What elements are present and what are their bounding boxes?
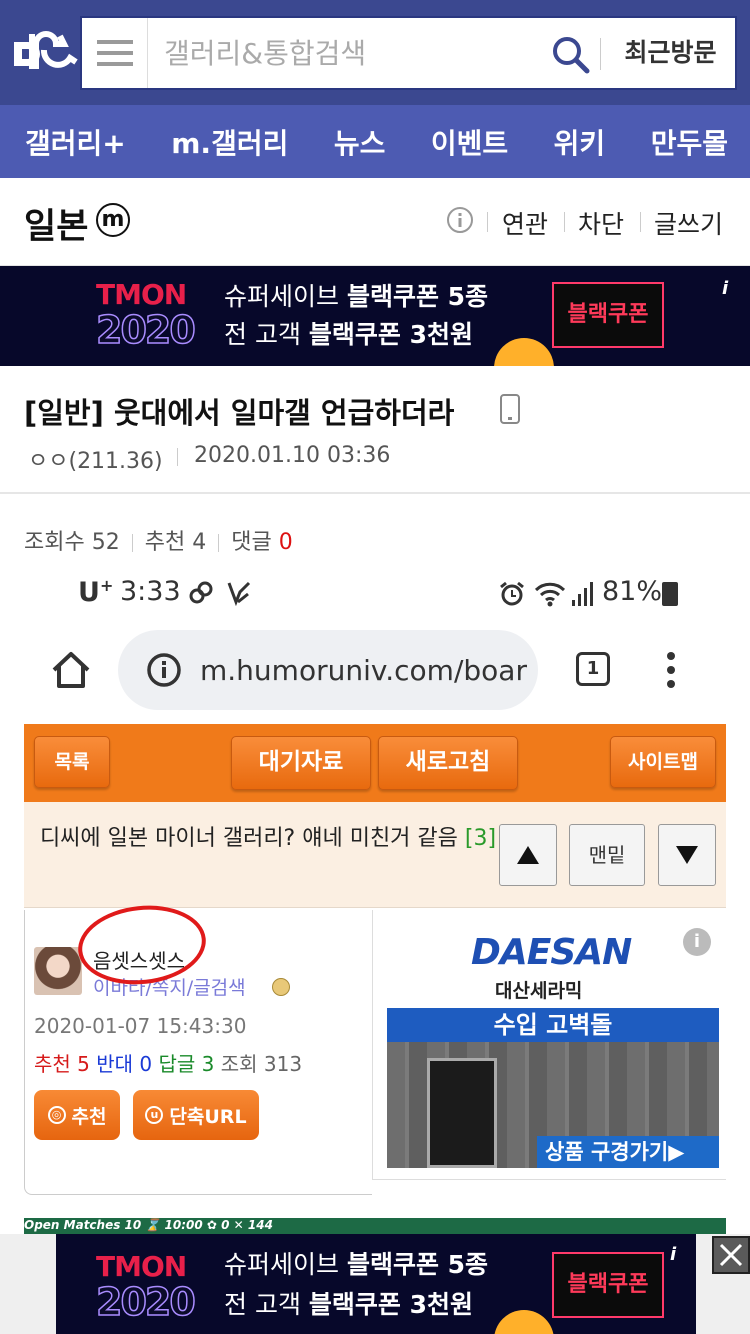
- ad-info-icon[interactable]: i: [722, 278, 728, 299]
- related-link[interactable]: 연관: [502, 205, 548, 241]
- embedded-post-time: 2020-01-07 15:43:30: [34, 1014, 247, 1038]
- nav-m-gallery[interactable]: m.갤러리: [171, 122, 288, 162]
- avatar[interactable]: [34, 947, 82, 995]
- daesan-band: 수입 고벽돌: [387, 1008, 719, 1042]
- tmon-bottom-ad[interactable]: TMON 2020 슈퍼세이브 블랙쿠폰 5종 전 고객 블랙쿠폰 3천원 블랙…: [56, 1234, 696, 1334]
- divider: [0, 492, 750, 494]
- minor-gallery-badge: m: [96, 203, 130, 237]
- vote-stats: 추천 5 반대 0 답글 3 조회 313: [34, 1052, 303, 1076]
- link-u-icon: u: [145, 1106, 164, 1124]
- pending-button[interactable]: 대기자료: [231, 736, 371, 790]
- ad-copy-line1: 슈퍼세이브 블랙쿠폰 5종: [224, 1250, 489, 1279]
- nav-event[interactable]: 이벤트: [431, 122, 508, 162]
- daesan-logo: DAESAN: [471, 932, 632, 973]
- sitemap-button[interactable]: 사이트맵: [610, 736, 716, 788]
- tmon-2020-logo: 2020: [95, 1279, 196, 1325]
- close-icon: [719, 1243, 743, 1267]
- comment-count[interactable]: 0: [279, 530, 293, 555]
- triangle-down-icon: [676, 846, 698, 864]
- black-coupon-button[interactable]: 블랙쿠폰: [552, 282, 664, 348]
- sunrise-graphic: [494, 1310, 554, 1334]
- tmon-ad-banner[interactable]: TMON 2020 슈퍼세이브 블랙쿠폰 5종 전 고객 블랙쿠폰 3천원 블랙…: [0, 266, 750, 366]
- gallery-title[interactable]: 일본: [24, 198, 88, 249]
- vpn-icon: [227, 581, 251, 606]
- nav-mandu-mall[interactable]: 만두몰: [651, 122, 728, 162]
- wifi-icon: [534, 582, 566, 607]
- recommend-count: 추천 4: [144, 530, 207, 555]
- scroll-up-button[interactable]: [499, 824, 557, 886]
- level-icon: [272, 978, 290, 996]
- daesan-ad[interactable]: DAESAN 대산세라믹 수입 고벽돌 상품 구경가기▶ i: [387, 918, 719, 1168]
- info-icon[interactable]: [446, 206, 474, 234]
- menu-button[interactable]: [82, 18, 148, 88]
- close-ad-button[interactable]: [712, 1236, 750, 1274]
- dc-logo[interactable]: [10, 28, 78, 78]
- carrier-label: U+: [78, 576, 114, 608]
- nav-gallery-plus[interactable]: 갤러리+: [25, 122, 126, 162]
- tmon-logo: TMON: [96, 278, 187, 311]
- ad-copy-line2: 전 고객 블랙쿠폰 3천원: [224, 1290, 474, 1319]
- alarm-icon: [500, 581, 524, 606]
- url-text[interactable]: m.humoruniv.com/boar: [200, 654, 530, 687]
- status-time: 3:33: [120, 576, 181, 607]
- post-date: 2020.01.10 03:36: [194, 443, 391, 468]
- ad-copy-line2: 전 고객 블랙쿠폰 3천원: [224, 320, 474, 349]
- signal-icon: [572, 582, 593, 606]
- game-ad-strip[interactable]: Open Matches 10 ⌛ 10:00 ✿ 0 ✕ 144: [24, 1218, 726, 1234]
- main-nav: 갤러리+ m.갤러리 뉴스 이벤트 위키 만두몰: [0, 105, 750, 178]
- link-icon: [189, 581, 213, 604]
- ad-copy-line1: 슈퍼세이브 블랙쿠폰 5종: [224, 282, 489, 311]
- sunrise-graphic: [494, 338, 554, 366]
- post-stats: 조회수 52 추천 4 댓글 0: [24, 524, 293, 556]
- list-button[interactable]: 목록: [34, 736, 110, 788]
- hamburger-icon: [96, 40, 133, 44]
- window-image: [427, 1058, 497, 1168]
- recent-visits-button[interactable]: 최근방문: [608, 18, 733, 88]
- search-input[interactable]: [164, 18, 544, 88]
- battery-percent: 81%: [602, 576, 663, 607]
- daesan-subtitle: 대산세라믹: [495, 980, 583, 1002]
- write-button[interactable]: 글쓰기: [654, 205, 723, 241]
- refresh-button[interactable]: 새로고침: [378, 736, 518, 790]
- tabs-count-icon[interactable]: 1: [576, 652, 610, 686]
- gallery-header: 일본 m: [0, 178, 750, 266]
- search-box: 최근방문: [80, 16, 737, 90]
- ad-info-icon[interactable]: i: [670, 1244, 676, 1265]
- recommend-button[interactable]: ◎ 추천: [34, 1090, 120, 1140]
- more-menu-icon[interactable]: [666, 652, 676, 692]
- block-link[interactable]: 차단: [578, 205, 624, 241]
- post-author[interactable]: ㅇㅇ(211.36): [28, 443, 163, 475]
- bottom-button[interactable]: 맨밑: [569, 824, 645, 886]
- daesan-cta[interactable]: 상품 구경가기▶: [537, 1136, 719, 1168]
- tmon-logo: TMON: [96, 1250, 187, 1283]
- thread-title: 디씨에 일본 마이너 갤러리? 얘네 미친거 같음 [3]: [39, 826, 497, 851]
- battery-icon: [662, 582, 678, 606]
- ad-info-icon[interactable]: i: [683, 928, 711, 956]
- embedded-status-bar: U+ 3:33 81%: [78, 574, 678, 614]
- search-icon[interactable]: [550, 34, 590, 74]
- nav-wiki[interactable]: 위키: [554, 122, 606, 162]
- post-title: [일반] 웃대에서 일마갤 언급하더라: [24, 396, 455, 430]
- black-coupon-button[interactable]: 블랙쿠폰: [552, 1252, 664, 1318]
- mobile-icon: [500, 394, 520, 424]
- thread-title-area: 디씨에 일본 마이너 갤러리? 얘네 미친거 같음 [3] 맨밑: [24, 802, 726, 908]
- view-count: 조회수 52: [24, 530, 120, 555]
- nav-news[interactable]: 뉴스: [334, 122, 386, 162]
- humoruniv-toolbar: 목록 대기자료 새로고침 사이트맵: [24, 724, 726, 802]
- top-header: 최근방문: [0, 0, 750, 105]
- thread-comment-count[interactable]: [3]: [465, 826, 496, 851]
- home-icon[interactable]: [50, 650, 92, 690]
- short-url-button[interactable]: u 단축URL: [133, 1090, 259, 1140]
- triangle-up-icon: [517, 846, 539, 864]
- url-bar[interactable]: m.humoruniv.com/boar: [118, 630, 538, 710]
- info-icon[interactable]: [146, 652, 182, 688]
- recommend-icon: ◎: [47, 1106, 66, 1124]
- scroll-down-button[interactable]: [658, 824, 716, 886]
- comment-label: 댓글: [231, 530, 279, 555]
- tmon-2020-logo: 2020: [95, 307, 196, 353]
